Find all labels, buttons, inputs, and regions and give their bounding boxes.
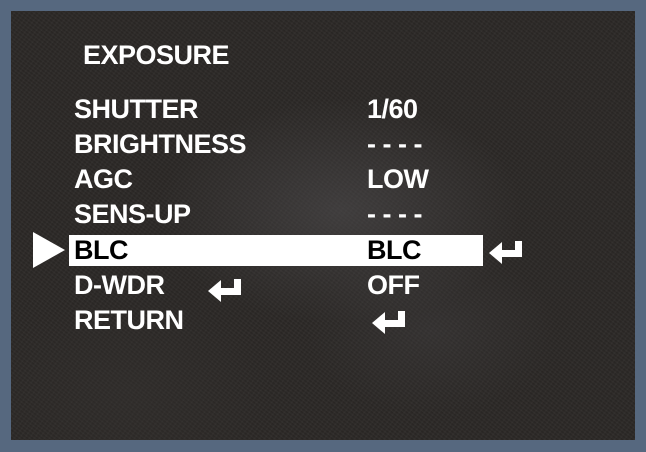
sens-up-value[interactable]: - - - -	[367, 199, 422, 229]
menu-item-agc[interactable]: AGC	[74, 164, 133, 194]
brightness-value[interactable]: - - - -	[367, 129, 422, 159]
menu-item-shutter[interactable]: SHUTTER	[74, 94, 199, 124]
d-wdr-value[interactable]: OFF	[367, 270, 420, 300]
menu-item-brightness[interactable]: BRIGHTNESS	[74, 129, 247, 159]
enter-icon[interactable]	[489, 239, 525, 265]
menu-item-blc[interactable]: BLC	[74, 235, 129, 265]
menu-item-sens-up[interactable]: SENS-UP	[74, 199, 191, 229]
agc-value[interactable]: LOW	[367, 164, 429, 194]
menu-item-return[interactable]: RETURN	[74, 305, 184, 335]
enter-icon[interactable]	[208, 277, 244, 303]
menu-title: EXPOSURE	[83, 40, 230, 70]
selection-pointer-icon	[33, 232, 65, 268]
blc-value[interactable]: BLC	[367, 235, 422, 265]
camera-osd-screen: EXPOSURE SHUTTER 1/60 BRIGHTNESS - - - -…	[11, 11, 635, 440]
menu-item-d-wdr[interactable]: D-WDR	[74, 270, 165, 300]
enter-icon[interactable]	[372, 309, 408, 335]
shutter-value[interactable]: 1/60	[367, 94, 418, 124]
